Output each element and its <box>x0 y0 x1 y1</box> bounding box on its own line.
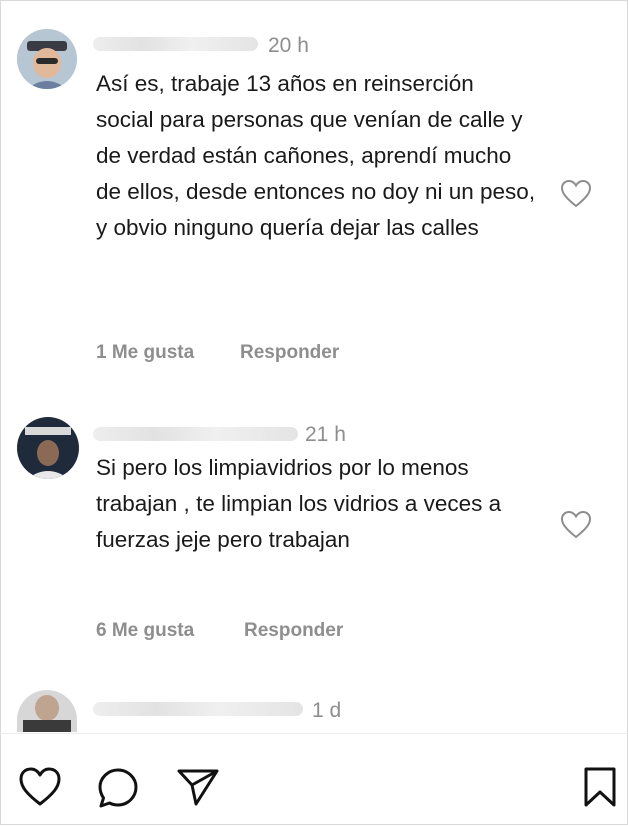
like-count[interactable]: 6 Me gusta <box>96 620 194 642</box>
reply-button[interactable]: Responder <box>240 342 339 364</box>
comment-text: Así es, trabaje 13 años en reinserción s… <box>96 71 536 240</box>
comment-timestamp: 20 h <box>268 34 309 57</box>
like-count[interactable]: 1 Me gusta <box>96 342 194 364</box>
bookmark-icon[interactable] <box>583 766 617 813</box>
heart-outline-icon[interactable] <box>560 179 592 209</box>
comment-timestamp: 1 d <box>312 699 342 722</box>
comment-timestamp: 21 h <box>305 423 346 446</box>
heart-icon[interactable] <box>18 767 62 812</box>
blurred-username[interactable] <box>93 702 303 716</box>
paper-plane-icon[interactable] <box>176 767 220 812</box>
reply-button[interactable]: Responder <box>244 620 343 642</box>
heart-outline-icon[interactable] <box>560 510 592 540</box>
blurred-username[interactable] <box>93 37 258 51</box>
action-bar <box>0 733 628 826</box>
avatar[interactable] <box>17 417 79 479</box>
comment-bubble-icon[interactable] <box>97 767 139 814</box>
avatar[interactable] <box>17 29 77 89</box>
comment-text: Si pero los limpiavidrios por lo menos t… <box>96 455 502 552</box>
blurred-username[interactable] <box>93 427 298 441</box>
